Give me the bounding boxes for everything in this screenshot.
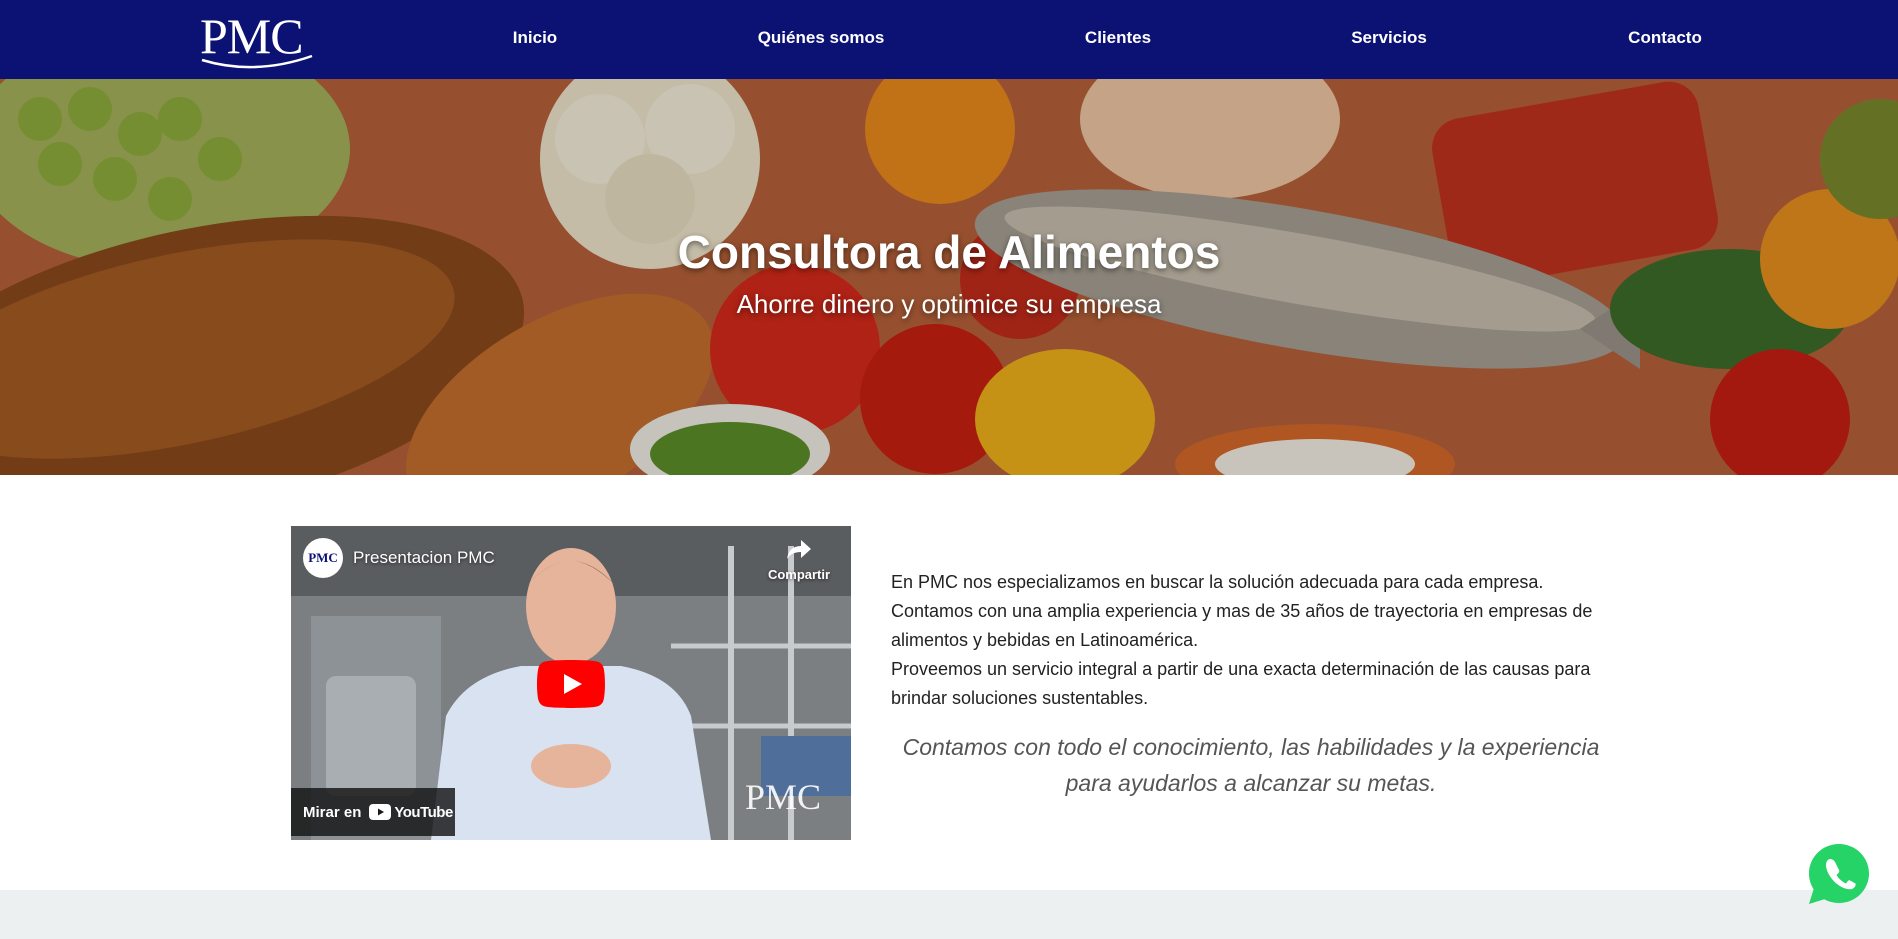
about-quote: Contamos con todo el conocimiento, las h… (902, 734, 1600, 796)
youtube-logo: YouTube (369, 803, 453, 821)
video-title[interactable]: Presentacion PMC (353, 548, 495, 568)
hero-title: Consultora de Alimentos (677, 226, 1221, 278)
whatsapp-icon[interactable] (1807, 842, 1871, 906)
hero-subtitle: Ahorre dinero y optimice su empresa (736, 289, 1162, 319)
youtube-wordmark: YouTube (394, 803, 453, 821)
nav-item-quienes-somos[interactable]: Quiénes somos (758, 28, 885, 48)
share-button[interactable]: Compartir (767, 538, 831, 582)
next-section-strip (0, 890, 1898, 939)
logo-swoosh-icon (201, 54, 313, 69)
nav-item-clientes[interactable]: Clientes (1085, 28, 1151, 48)
pmc-watermark: PMC (744, 777, 821, 817)
about-paragraph-3: Proveemos un servicio integral a partir … (891, 659, 1591, 708)
youtube-video-embed[interactable]: PMC Presentacion PMC Compartir Mirar en … (291, 526, 851, 840)
about-paragraph-1: En PMC nos especializamos en buscar la s… (891, 572, 1544, 592)
about-text: En PMC nos especializamos en buscar la s… (891, 568, 1621, 713)
nav-item-servicios[interactable]: Servicios (1351, 28, 1427, 48)
channel-avatar[interactable]: PMC (303, 538, 343, 578)
pmc-logo[interactable]: PMC (200, 10, 315, 69)
watch-on-youtube-button[interactable]: Mirar en YouTube (291, 788, 455, 836)
youtube-play-icon[interactable] (537, 660, 605, 708)
hero-banner: Consultora de Alimentos Ahorre dinero y … (0, 79, 1898, 475)
youtube-logo-icon (369, 804, 392, 820)
share-label: Compartir (767, 567, 831, 582)
about-paragraph-2: Contamos con una amplia experiencia y ma… (891, 601, 1593, 650)
watch-label: Mirar en (303, 803, 362, 821)
nav-item-contacto[interactable]: Contacto (1628, 28, 1702, 48)
top-nav: PMC Inicio Quiénes somos Clientes Servic… (0, 0, 1898, 79)
share-arrow-icon (787, 540, 811, 559)
nav-item-inicio[interactable]: Inicio (513, 28, 557, 48)
